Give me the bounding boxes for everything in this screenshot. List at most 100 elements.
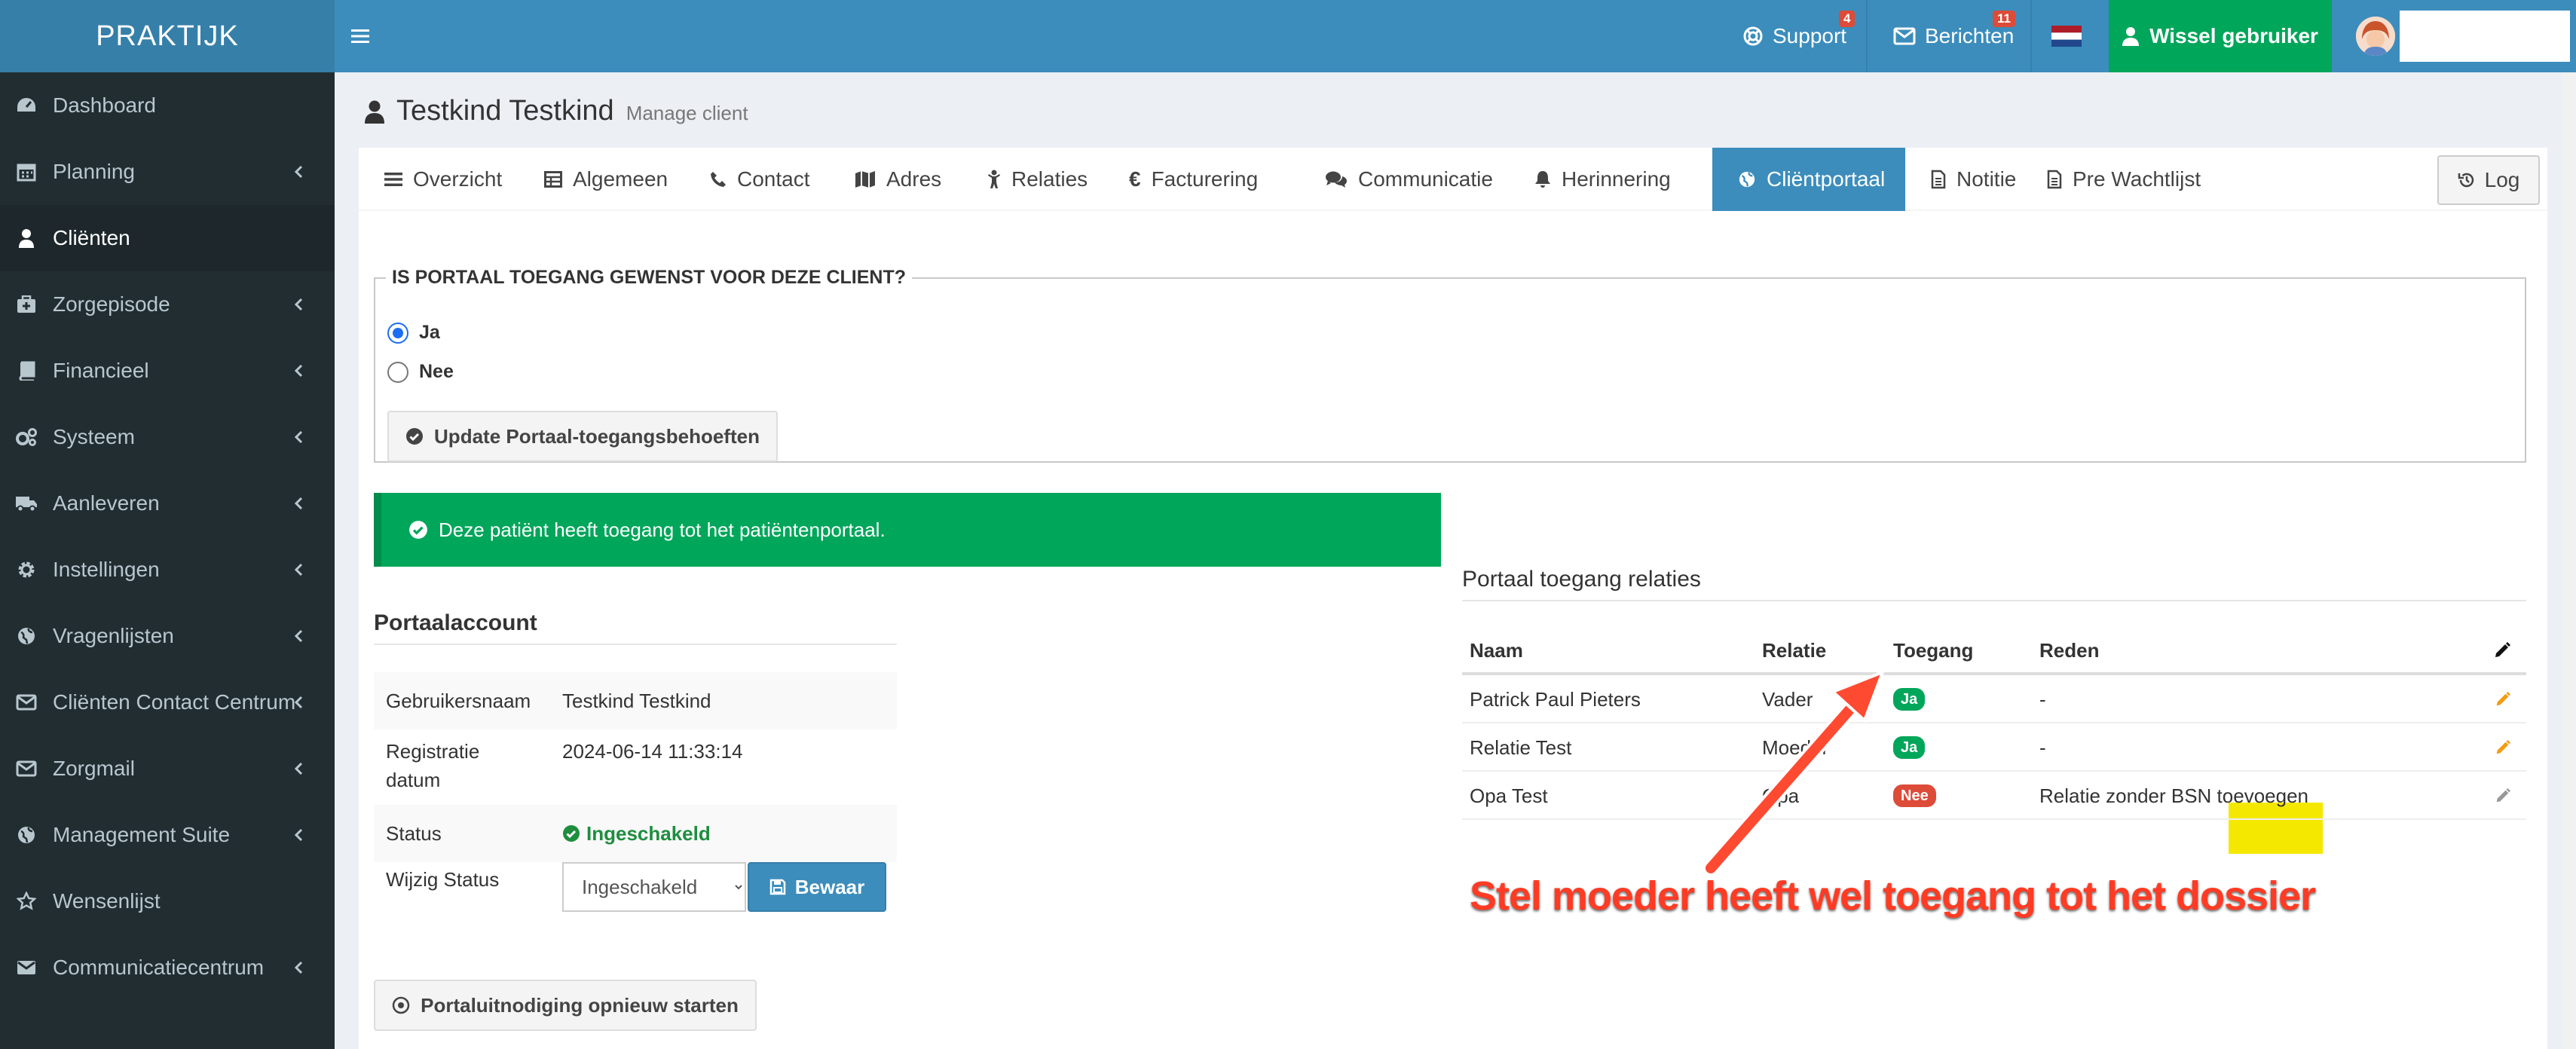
envelope-icon [1893, 27, 1916, 45]
sidebar-item-label: Systeem [53, 425, 135, 448]
map-icon [855, 170, 876, 188]
status-value-text: Ingeschakeld [586, 822, 711, 845]
portal-access-legend: IS PORTAAL TOEGANG GEWENST VOOR DEZE CLI… [392, 267, 906, 288]
radio-label-ja: Ja [419, 322, 440, 343]
sidebar-item-planning[interactable]: Planning [0, 139, 335, 205]
tab-label: Cliëntportaal [1767, 167, 1886, 191]
app-logo[interactable]: PRAKTIJK [0, 0, 335, 72]
sidebar-item-zorgmail[interactable]: Zorgmail [0, 736, 335, 802]
table-row: Status Ingeschakeld [374, 805, 897, 862]
log-button[interactable]: Log [2437, 155, 2540, 205]
radio-option-nee[interactable]: Nee [387, 361, 454, 383]
page-subtitle: Manage client [626, 102, 748, 124]
hamburger-menu-icon[interactable] [351, 23, 378, 50]
status-select[interactable]: Ingeschakeld [562, 862, 746, 912]
tab-adres[interactable]: Adres [855, 148, 941, 211]
tab-label: Relaties [1011, 167, 1088, 191]
user-menu[interactable] [2332, 0, 2576, 72]
edit-pencil-icon[interactable] [2495, 723, 2511, 772]
tab-herinnering[interactable]: Herinnering [1534, 148, 1671, 211]
tab-label: Contact [737, 167, 810, 191]
portal-access-fieldset: IS PORTAAL TOEGANG GEWENST VOOR DEZE CLI… [374, 267, 2526, 463]
tab-facturering[interactable]: € Facturering [1129, 148, 1258, 211]
chevron-left-icon [291, 163, 306, 181]
sidebar-item-clienten[interactable]: Cliënten [0, 205, 335, 271]
tab-contact[interactable]: Contact [710, 148, 810, 211]
comments-icon [1325, 170, 1348, 188]
check-circle-icon [408, 520, 428, 540]
switch-user-button[interactable]: Wissel gebruiker [2109, 0, 2332, 72]
relation-reason: - [2039, 687, 2046, 711]
sidebar-item-financieel[interactable]: Financieel [0, 338, 335, 404]
chevron-left-icon [291, 295, 306, 313]
tab-notitie[interactable]: Notitie [1905, 148, 2016, 211]
table-row: Registratie datum 2024-06-14 11:33:14 [374, 729, 897, 805]
restart-button-label: Portaluitnodiging opnieuw starten [421, 993, 739, 1017]
sidebar-item-label: Vragenlijsten [53, 624, 174, 647]
chevron-left-icon [291, 561, 306, 579]
chevron-left-icon [291, 428, 306, 446]
envelope-icon [15, 956, 38, 979]
tab-overzicht[interactable]: Overzicht [384, 148, 502, 211]
language-flag-nl[interactable] [2051, 0, 2082, 72]
sidebar-item-instellingen[interactable]: Instellingen [0, 537, 335, 603]
radio-label-nee: Nee [419, 361, 454, 382]
avatar [2356, 17, 2395, 56]
tab-label: Herinnering [1562, 167, 1671, 191]
restart-portal-invitation-button[interactable]: Portaluitnodiging opnieuw starten [374, 980, 757, 1031]
radio-ja[interactable] [387, 322, 408, 344]
book-icon [15, 359, 38, 382]
sidebar-item-zorgepisode[interactable]: Zorgepisode [0, 271, 335, 338]
radio-nee[interactable] [387, 361, 408, 383]
save-button[interactable]: Bewaar [748, 862, 886, 912]
relation-name: Opa Test [1470, 784, 1548, 807]
globe-icon [15, 625, 38, 647]
sidebar-item-aanleveren[interactable]: Aanleveren [0, 470, 335, 537]
sidebar-item-vragenlijsten[interactable]: Vragenlijsten [0, 603, 335, 669]
user-secret-icon [2122, 26, 2140, 46]
tab-clientportaal[interactable]: Cliëntportaal [1712, 148, 1905, 211]
sidebar-item-dashboard[interactable]: Dashboard [0, 72, 335, 139]
star-icon [15, 890, 38, 913]
chevron-left-icon [291, 362, 306, 380]
chevron-left-icon [291, 693, 306, 711]
table-icon [544, 171, 562, 188]
sidebar-item-communicatiecentrum[interactable]: Communicatiecentrum [0, 934, 335, 1001]
sidebar-item-management-suite[interactable]: Management Suite [0, 802, 335, 868]
registration-label-1: Registratie [386, 740, 480, 763]
header-reason: Reden [2039, 638, 2100, 662]
globe-icon [15, 824, 38, 846]
tab-relaties[interactable]: Relaties [987, 148, 1088, 211]
user-icon [15, 227, 38, 249]
user-icon [365, 99, 384, 124]
file-icon [2047, 170, 2062, 189]
sidebar-item-label: Cliënten [53, 226, 130, 249]
sidebar-item-label: Dashboard [53, 93, 156, 117]
radio-option-ja[interactable]: Ja [387, 322, 440, 344]
tab-label: Notitie [1956, 167, 2017, 191]
support-link[interactable]: Support [1742, 0, 1846, 72]
scrollbar[interactable] [2562, 72, 2576, 1049]
switch-user-label: Wissel gebruiker [2149, 24, 2318, 47]
relation-reason: Relatie zonder BSN toevoegen [2039, 784, 2309, 807]
sidebar-item-label: Planning [53, 160, 135, 183]
relation-type: Opa [1762, 784, 1800, 807]
phone-icon [710, 171, 727, 188]
tab-communicatie[interactable]: Communicatie [1325, 148, 1493, 211]
truck-icon [15, 492, 38, 515]
update-portal-access-button[interactable]: Update Portaal-toegangsbehoeften [387, 411, 778, 462]
tab-pre-wachtlijst[interactable]: Pre Wachtlijst [2021, 148, 2201, 211]
save-icon [769, 879, 786, 895]
edit-pencil-icon[interactable] [2495, 675, 2511, 723]
sidebar-item-wensenlijst[interactable]: Wensenlijst [0, 868, 335, 934]
table-row: Relatie Test Moeder Ja - [1462, 723, 2526, 772]
sidebar-item-clienten-contact-centrum[interactable]: Cliënten Contact Centrum [0, 669, 335, 736]
portal-access-alert: Deze patiënt heeft toegang tot het patië… [374, 493, 1441, 567]
sidebar-item-label: Zorgepisode [53, 292, 170, 316]
euro-icon: € [1129, 167, 1141, 191]
portal-relations-title: Portaal toegang relaties [1462, 567, 2526, 601]
edit-pencil-icon[interactable] [2495, 772, 2511, 820]
sidebar-item-systeem[interactable]: Systeem [0, 404, 335, 470]
username-value: Testkind Testkind [562, 690, 711, 712]
tab-algemeen[interactable]: Algemeen [544, 148, 668, 211]
